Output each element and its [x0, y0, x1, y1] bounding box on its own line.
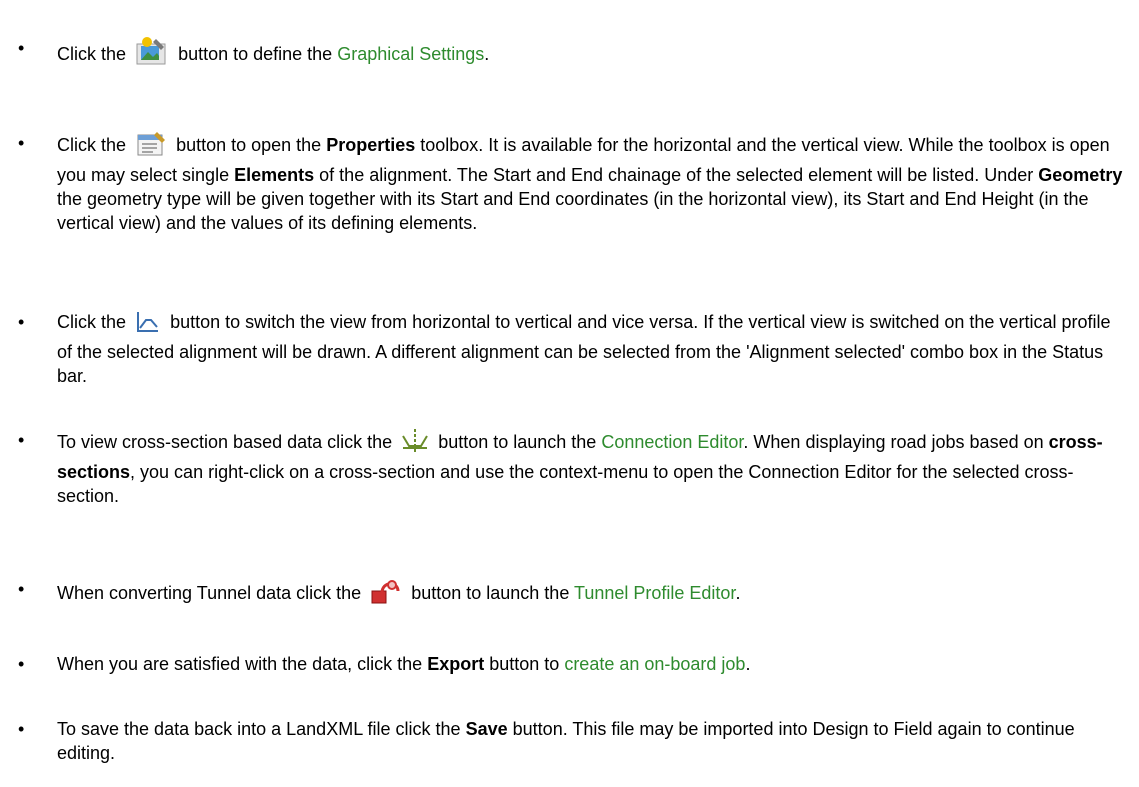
connection-editor-icon[interactable]: [401, 428, 429, 460]
bullet: •: [18, 312, 25, 332]
item-text: When converting Tunnel data click the: [57, 583, 362, 603]
item-text: button to switch the view from horizonta…: [57, 312, 1111, 386]
item-text: button to define the: [178, 44, 333, 64]
item-text: . When displaying road jobs based on: [743, 432, 1044, 452]
item-text: To save the data back into a LandXML fil…: [57, 719, 461, 739]
item-text: , you can right-click on a cross-section…: [57, 462, 1074, 506]
bullet: •: [18, 133, 25, 153]
save-label: Save: [465, 719, 508, 739]
item-text: button to: [489, 654, 560, 674]
item-text: To view cross-section based data click t…: [57, 432, 393, 452]
export-label: Export: [427, 654, 485, 674]
item-text: button to launch the: [411, 583, 570, 603]
item-text: button to open the: [176, 135, 322, 155]
tunnel-profile-icon[interactable]: [370, 577, 402, 611]
graphical-settings-link[interactable]: Graphical Settings: [337, 44, 484, 64]
bullet: •: [18, 719, 25, 739]
bullet: •: [18, 430, 25, 450]
item-text: of the alignment. The Start and End chai…: [319, 165, 1034, 185]
item-text: When you are satisfied with the data, cl…: [57, 654, 423, 674]
tunnel-profile-editor-link[interactable]: Tunnel Profile Editor: [574, 583, 735, 603]
switch-view-icon[interactable]: [135, 310, 161, 340]
connection-editor-link[interactable]: Connection Editor: [601, 432, 743, 452]
properties-label: Properties: [326, 135, 416, 155]
item-text: Click the: [57, 312, 127, 332]
item-text-end: .: [484, 44, 490, 64]
item-text: Click the: [57, 135, 127, 155]
create-onboard-job-link[interactable]: create an on-board job: [564, 654, 745, 674]
item-text: Click the: [57, 44, 127, 64]
item-text-end: .: [735, 583, 741, 603]
item-text: the geometry type will be given together…: [57, 189, 1089, 233]
elements-label: Elements: [234, 165, 315, 185]
item-text-end: .: [745, 654, 751, 674]
bullet: •: [18, 38, 25, 58]
bullet: •: [18, 654, 25, 674]
properties-icon[interactable]: [135, 131, 167, 163]
geometry-label: Geometry: [1038, 165, 1123, 185]
graphical-settings-icon[interactable]: [135, 36, 169, 72]
bullet: •: [18, 579, 25, 599]
item-text: button to launch the: [438, 432, 597, 452]
